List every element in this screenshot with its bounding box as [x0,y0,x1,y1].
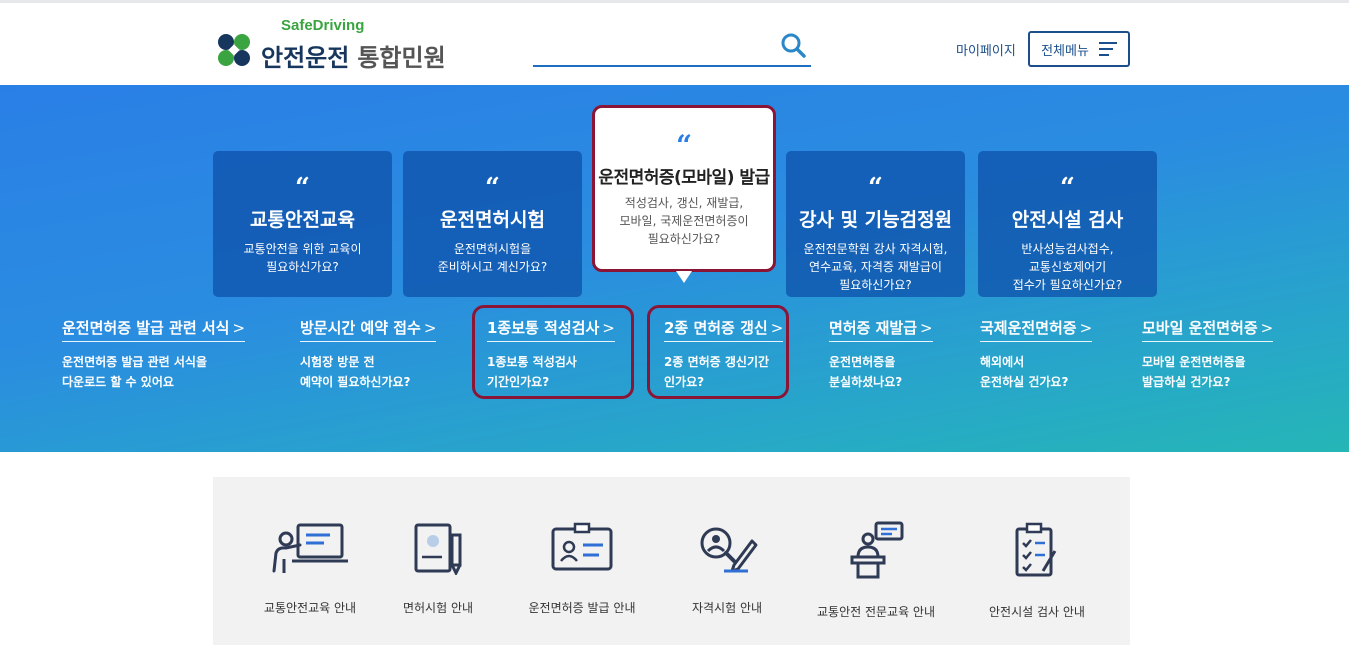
service-guide-section: 교통안전교육 안내 면허시험 안내 운전면허증 발급 안내 자격시험 안내 교통… [213,477,1130,645]
card-license-exam[interactable]: “ 운전면허시험 운전면허시험을 준비하시고 계신가요? [403,151,582,297]
search-bar [533,29,811,67]
podium-speaker-icon [850,521,904,579]
link-mobile-license[interactable]: 모바일 운전면허증 > 모바일 운전면허증을 발급하실 건가요? [1142,317,1274,392]
card-title: 강사 및 기능검정원 [798,209,953,231]
card-desc-line: 필요하신가요? [647,232,721,246]
logo-title-light: 통합민원 [357,44,446,72]
logo[interactable]: SafeDriving 안전운전 통합민원 [213,17,446,72]
link-desc-line: 운전면허증을 [829,355,896,369]
chevron-right-icon: > [920,319,933,337]
logo-title: 안전운전 [261,44,350,72]
all-menu-label: 전체메뉴 [1041,43,1089,59]
highlight-outline-renewal [647,305,789,399]
link-visit-reservation[interactable]: 방문시간 예약 접수 > 시험장 방문 전 예약이 필요하신가요? [300,317,437,392]
chevron-right-icon: > [423,319,437,337]
card-safety-facility-inspection[interactable]: “ 안전시설 검사 반사성능검사접수, 교통신호제어기 접수가 필요하신가요? [978,151,1157,297]
logo-subtitle: SafeDriving [281,16,365,34]
id-card-icon [551,522,613,571]
link-desc-line: 운전면허증 발급 관련 서식을 [62,355,208,369]
card-title: 운전면허증(모바일) 발급 [598,168,770,188]
link-license-reissue[interactable]: 면허증 재발급 > 운전면허증을 분실하셨나요? [829,317,933,392]
card-desc-line: 모바일, 국제운전면허증이 [619,214,749,228]
card-traffic-safety-education[interactable]: “ 교통안전교육 교통안전을 위한 교육이 필요하신가요? [213,151,392,297]
card-desc-line: 연수교육, 자격증 재발급이 [809,260,942,274]
highlight-outline-aptitude [472,305,634,399]
service-license-exam[interactable]: 면허시험 안내 [363,521,513,616]
link-desc-line: 분실하셨나요? [829,375,903,389]
header: SafeDriving 안전운전 통합민원 마이페이지 전체메뉴 [0,3,1349,85]
link-title: 모바일 운전면허증 [1142,319,1258,337]
clover-logo-icon [218,34,250,66]
quote-icon: “ [675,129,693,162]
link-title: 국제운전면허증 [980,319,1077,337]
service-label: 안전시설 검사 안내 [989,605,1085,619]
hamburger-icon [1098,42,1117,56]
card-desc-line: 적성검사, 갱신, 재발급, [624,196,744,210]
card-desc-line: 운전전문학원 강사 자격시험, [803,242,948,256]
card-title: 교통안전교육 [250,209,355,231]
service-label: 교통안전 전문교육 안내 [816,605,936,619]
card-instructor-examiner[interactable]: “ 강사 및 기능검정원 운전전문학원 강사 자격시험, 연수교육, 자격증 재… [786,151,965,297]
link-desc-line: 발급하실 건가요? [1142,375,1231,389]
link-desc-line: 시험장 방문 전 [300,355,375,369]
link-license-forms[interactable]: 운전면허증 발급 관련 서식 > 운전면허증 발급 관련 서식을 다운로드 할 수… [62,317,246,392]
document-pen-icon [414,523,462,575]
page: SafeDriving 안전운전 통합민원 마이페이지 전체메뉴 “ 교통안전교육… [0,0,1349,645]
chevron-right-icon: > [1260,319,1274,337]
service-license-issuance[interactable]: 운전면허증 발급 안내 [507,521,657,616]
quote-icon: “ [485,173,500,203]
card-desc-line: 운전면허시험을 [453,242,532,256]
mypage-link[interactable]: 마이페이지 [956,40,1016,59]
hero-section: “ 교통안전교육 교통안전을 위한 교육이 필요하신가요? “ 운전면허시험 운… [0,85,1349,452]
card-desc-line: 교통안전을 위한 교육이 [243,242,362,256]
link-desc-line: 운전하실 건가요? [980,375,1069,389]
person-search-pen-icon [700,527,758,573]
link-desc-line: 해외에서 [980,355,1025,369]
card-desc-line: 반사성능검사접수, [1021,242,1114,256]
card-desc-line: 접수가 필요하신가요? [1012,278,1123,292]
link-desc-line: 다운로드 할 수 있어요 [62,375,174,389]
service-facility-inspection[interactable]: 안전시설 검사 안내 [962,521,1112,620]
card-desc-line: 필요하신가요? [266,260,339,274]
service-label: 운전면허증 발급 안내 [528,601,636,615]
card-license-issuance-featured[interactable]: “ 운전면허증(모바일) 발급 적성검사, 갱신, 재발급, 모바일, 국제운전… [592,105,776,272]
card-title: 안전시설 검사 [1011,209,1124,231]
chevron-right-icon: > [1079,319,1093,337]
card-desc-line: 교통신호제어기 [1028,260,1107,274]
quote-icon: “ [295,173,310,203]
quote-icon: “ [868,173,883,203]
search-input[interactable] [533,29,773,63]
clipboard-checklist-icon [1015,522,1057,577]
service-label: 면허시험 안내 [402,601,474,615]
speech-tail [676,271,692,283]
link-desc-line: 모바일 운전면허증을 [1142,355,1246,369]
service-professional-education[interactable]: 교통안전 전문교육 안내 [801,521,951,620]
link-title: 방문시간 예약 접수 [300,319,421,337]
link-title: 운전면허증 발급 관련 서식 [62,319,230,337]
service-qualification-exam[interactable]: 자격시험 안내 [652,521,802,616]
lecture-board-icon [272,523,348,573]
card-desc-line: 필요하신가요? [839,278,912,292]
card-title: 운전면허시험 [440,209,545,231]
chevron-right-icon: > [232,319,246,337]
quote-icon: “ [1060,173,1075,203]
all-menu-button[interactable]: 전체메뉴 [1028,31,1130,67]
link-desc-line: 예약이 필요하신가요? [300,375,411,389]
service-label: 자격시험 안내 [691,601,763,615]
link-international-license[interactable]: 국제운전면허증 > 해외에서 운전하실 건가요? [980,317,1093,392]
search-icon[interactable] [779,31,807,59]
card-desc-line: 준비하시고 계신가요? [437,260,548,274]
link-title: 면허증 재발급 [829,319,918,337]
